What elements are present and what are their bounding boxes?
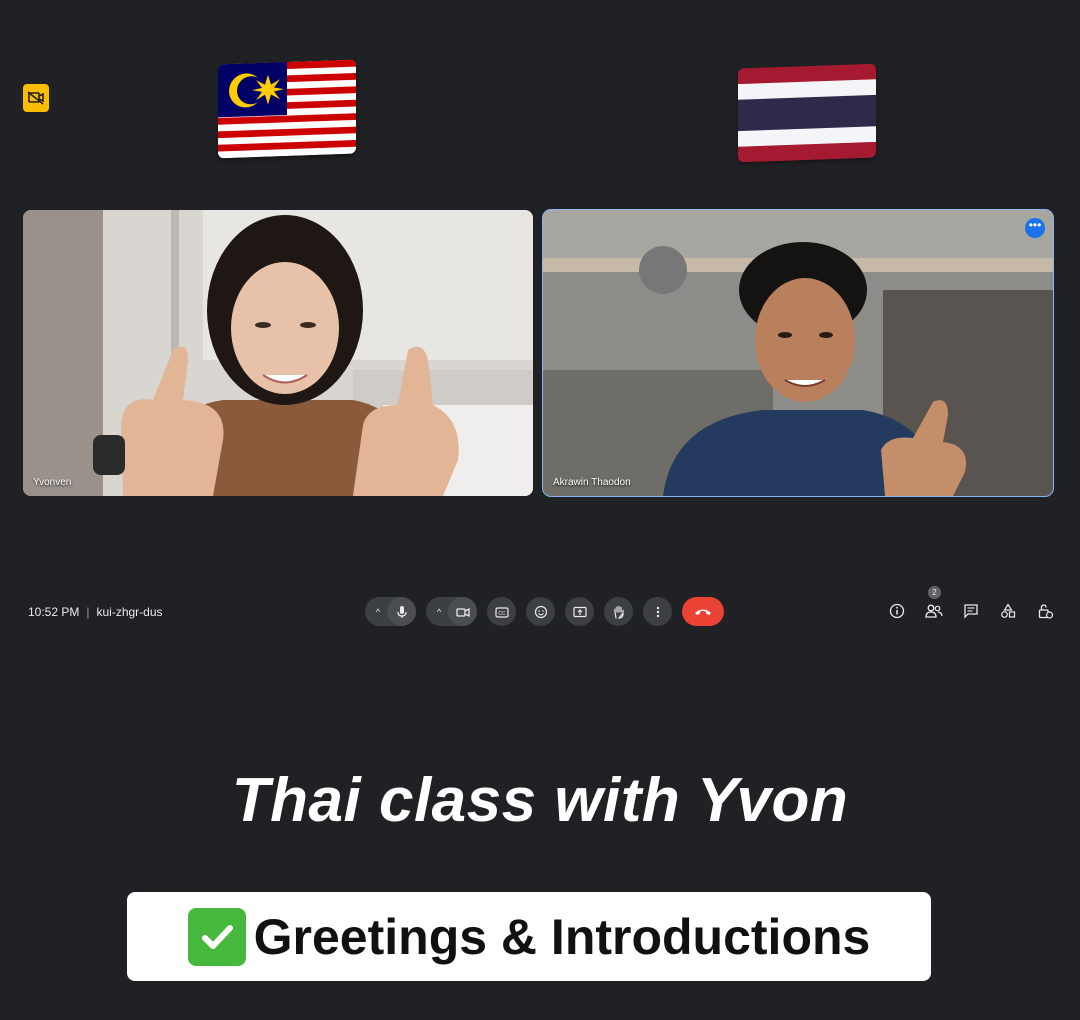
divider: | — [86, 605, 90, 619]
camera-options-chevron-icon[interactable]: ^ — [426, 607, 448, 617]
mic-button[interactable] — [387, 597, 416, 626]
call-controls: ^ ^ CC — [365, 597, 724, 626]
mic-icon — [396, 605, 407, 618]
camera-off-icon — [27, 91, 44, 105]
video-tile-yvonven[interactable]: Yvonven — [23, 210, 533, 496]
captions-button[interactable]: CC — [487, 597, 516, 626]
side-controls: 2 — [886, 586, 1056, 622]
meeting-details-button[interactable] — [886, 600, 908, 622]
headline-caption: Thai class with Yvon — [231, 766, 849, 835]
people-icon — [925, 604, 943, 618]
activities-icon — [1001, 603, 1016, 618]
participant-video — [543, 210, 1053, 496]
mic-options-chevron-icon[interactable]: ^ — [365, 607, 387, 617]
raise-hand-button[interactable] — [604, 597, 633, 626]
meeting-details: 10:52 PM | kui-zhgr-dus — [28, 605, 163, 619]
participant-video — [23, 210, 533, 496]
leave-call-button[interactable] — [682, 597, 724, 626]
captions-icon: CC — [494, 606, 509, 618]
camera-off-badge — [23, 84, 49, 112]
info-icon — [889, 603, 905, 619]
more-vert-icon — [656, 606, 659, 617]
host-controls-icon — [1038, 604, 1053, 619]
topic-banner: Greetings & Introductions — [127, 892, 931, 981]
people-button[interactable]: 2 — [923, 586, 945, 622]
svg-text:CC: CC — [498, 611, 506, 617]
tile-more-options-button[interactable]: ••• — [1025, 218, 1045, 238]
check-mark-icon — [187, 907, 246, 966]
more-options-button[interactable] — [643, 597, 672, 626]
malaysia-flag — [218, 59, 356, 159]
camera-icon — [455, 607, 470, 617]
topic-title: Greetings & Introductions — [253, 908, 871, 965]
mic-control-group: ^ — [365, 597, 416, 626]
camera-button[interactable] — [448, 597, 477, 626]
present-screen-button[interactable] — [565, 597, 594, 626]
chat-icon — [964, 604, 978, 619]
emoji-reaction-button[interactable] — [526, 597, 555, 626]
people-count-badge: 2 — [928, 586, 941, 599]
emoji-icon — [534, 605, 547, 618]
meeting-code: kui-zhgr-dus — [96, 605, 163, 619]
participant-name: Akrawin Thaodon — [553, 477, 631, 488]
video-tile-akrawin[interactable]: ••• Akrawin Thaodon — [542, 209, 1054, 497]
camera-control-group: ^ — [426, 597, 477, 626]
participant-name: Yvonven — [33, 477, 72, 488]
chat-button[interactable] — [960, 600, 982, 622]
raise-hand-icon — [613, 605, 624, 619]
thailand-flag — [738, 63, 876, 163]
hangup-icon — [695, 609, 711, 615]
activities-button[interactable] — [997, 600, 1019, 622]
present-icon — [572, 606, 587, 617]
meeting-time: 10:52 PM — [28, 605, 80, 619]
host-controls-button[interactable] — [1034, 600, 1056, 622]
more-horiz-icon: ••• — [1028, 218, 1042, 232]
